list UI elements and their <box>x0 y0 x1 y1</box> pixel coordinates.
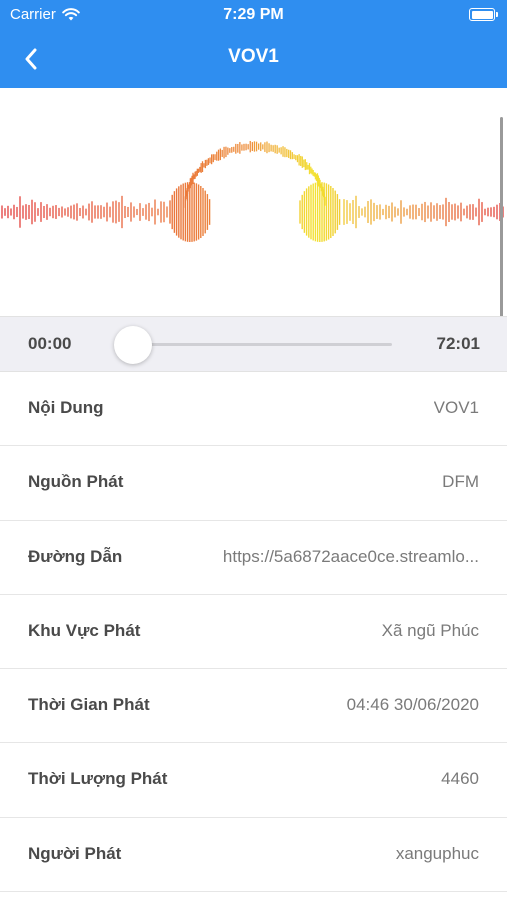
detail-label: Thời Lượng Phát <box>28 769 168 789</box>
current-time: 00:00 <box>28 334 72 353</box>
status-bar: Carrier 7:29 PM <box>0 0 507 30</box>
detail-row: Thời Lượng Phát 4460 <box>0 743 507 818</box>
detail-row: Nội Dung VOV1 <box>0 372 507 447</box>
page-title: VOV1 <box>228 46 279 67</box>
detail-value: 04:46 30/06/2020 <box>346 695 479 715</box>
duration-time: 72:01 <box>436 334 480 353</box>
audio-player-bar: 00:00 72:01 <box>0 316 507 372</box>
detail-label: Nguồn Phát <box>28 472 124 492</box>
detail-row: Khu Vực Phát Xã ngũ Phúc <box>0 594 507 670</box>
audio-visualizer <box>0 88 507 316</box>
detail-label: Đường Dẫn <box>28 546 123 566</box>
detail-value: https://5a6872aace0ce.streamlo... <box>222 546 479 566</box>
battery-icon <box>469 8 498 21</box>
detail-label: Khu Vực Phát <box>28 620 141 640</box>
detail-label: Thời Gian Phát <box>28 695 150 715</box>
details-list: Nội Dung VOV1 Nguồn Phát DFM Đường Dẫn https:… <box>0 372 507 893</box>
detail-row: Đường Dẫn https://5a6872aace0ce.streamlo.… <box>0 520 507 595</box>
detail-row: Nguồn Phát DFM <box>0 446 507 521</box>
detail-value: 4460 <box>441 769 479 789</box>
detail-value: DFM <box>442 472 479 492</box>
detail-value: xanguphuc <box>395 843 479 863</box>
detail-row: Thời Gian Phát 04:46 30/06/2020 <box>0 669 507 744</box>
navigation-bar: VOV1 <box>0 30 507 88</box>
detail-label: Người Phát <box>28 843 122 863</box>
detail-value: VOV1 <box>433 398 479 417</box>
progress-track[interactable] <box>120 343 392 346</box>
detail-row: Người Phát xanguphuc <box>0 817 507 893</box>
progress-slider-thumb[interactable] <box>114 326 152 364</box>
detail-label: Nội Dung <box>28 398 104 417</box>
app-header: Carrier 7:29 PM VOV1 <box>0 0 507 88</box>
detail-value: Xã ngũ Phúc <box>381 620 479 640</box>
headphones-waveform-icon <box>1 140 504 242</box>
status-time: 7:29 PM <box>223 6 284 23</box>
